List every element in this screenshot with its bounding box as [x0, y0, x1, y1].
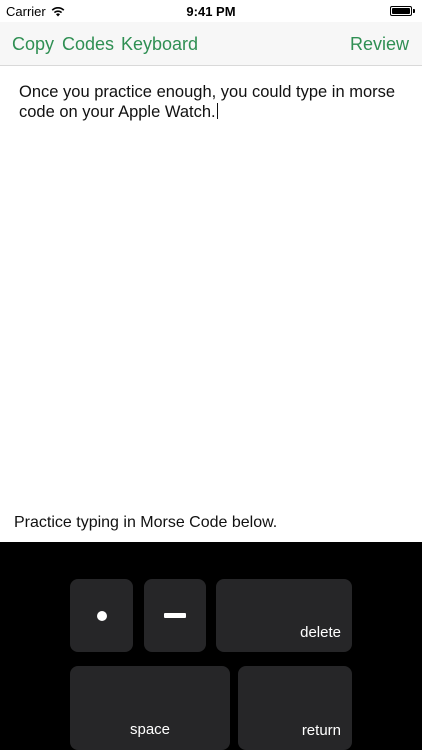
space-key[interactable]: space: [70, 666, 230, 750]
dash-icon: [164, 613, 186, 618]
status-time: 9:41 PM: [186, 4, 236, 19]
toolbar: Copy Codes Keyboard Review: [0, 22, 422, 66]
return-key[interactable]: return: [238, 666, 352, 750]
codes-button[interactable]: Codes: [62, 34, 114, 55]
dash-key[interactable]: [144, 579, 206, 652]
practice-hint: Practice typing in Morse Code below.: [14, 514, 278, 531]
battery-icon: [390, 6, 415, 16]
dot-key[interactable]: [70, 579, 133, 652]
editor-text: Once you practice enough, you could type…: [19, 83, 396, 121]
return-key-label: return: [301, 722, 341, 739]
review-button[interactable]: Review: [350, 34, 409, 55]
delete-key-label: delete: [300, 624, 341, 641]
delete-key[interactable]: delete: [216, 579, 352, 652]
space-key-label: space: [129, 721, 171, 738]
text-editor[interactable]: Once you practice enough, you could type…: [0, 66, 422, 506]
status-bar: Carrier 9:41 PM: [0, 0, 422, 22]
keyboard-button[interactable]: Keyboard: [121, 34, 198, 55]
morse-keyboard: delete space return: [0, 542, 422, 750]
screen: Carrier 9:41 PM Copy Codes Keyboard Revi…: [0, 0, 422, 750]
text-cursor: [216, 103, 218, 119]
copy-button[interactable]: Copy: [12, 34, 54, 55]
dot-icon: [97, 611, 107, 621]
